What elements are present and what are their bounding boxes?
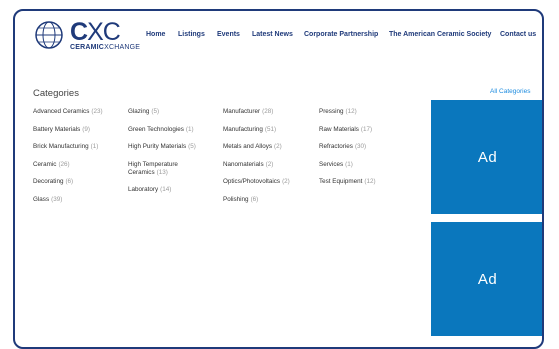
nav-home[interactable]: Home <box>146 31 165 38</box>
category-item[interactable]: Advanced Ceramics (23) <box>33 108 103 116</box>
category-item[interactable]: Nanomaterials (2) <box>223 161 290 169</box>
category-column-1: Advanced Ceramics (23) Battery Materials(… <box>33 108 103 213</box>
category-item[interactable]: Glass (39) <box>33 196 103 204</box>
category-item[interactable]: High Temperature Ceramics (13) <box>128 161 216 177</box>
category-item[interactable]: Green Technologies (1) <box>128 126 216 134</box>
ad-banner-bottom[interactable]: Ad <box>431 222 542 336</box>
category-column-4: Pressing (12) Raw Materials (17) Refractor… <box>319 108 376 196</box>
page-frame: CXC CERAMICXCHANGE Home Listings Events … <box>13 9 544 349</box>
category-item[interactable]: Decorating (6) <box>33 178 103 186</box>
category-item[interactable]: Services (1) <box>319 161 376 169</box>
nav-events[interactable]: Events <box>217 31 240 38</box>
logo-subtitle: CERAMICXCHANGE <box>70 44 141 51</box>
category-item[interactable]: Pressing (12) <box>319 108 376 116</box>
categories-heading: Categories <box>33 88 79 99</box>
category-item[interactable]: Brick Manufacturing (1) <box>33 143 103 151</box>
nav-listings[interactable]: Listings <box>178 31 205 38</box>
category-column-3: Manufacturer (28) Manufacturing (51) Metal… <box>223 108 290 213</box>
nav-corporate-partnership[interactable]: Corporate Partnership <box>304 31 378 38</box>
category-item[interactable]: High Purity Materials (5) <box>128 143 216 151</box>
category-item[interactable]: Polishing (6) <box>223 196 290 204</box>
category-item[interactable]: Ceramic (26) <box>33 161 103 169</box>
category-item[interactable]: Manufacturer (28) <box>223 108 290 116</box>
category-column-2: Glazing (5) Green Technologies (1) High Pu… <box>128 108 216 204</box>
ceramicxchange-logo[interactable]: CXC CERAMICXCHANGE <box>34 18 154 54</box>
category-item[interactable]: Refractories (30) <box>319 143 376 151</box>
category-item[interactable]: Battery Materials (9) <box>33 126 103 134</box>
category-item[interactable]: Laboratory (14) <box>128 186 216 194</box>
site-header: CXC CERAMICXCHANGE Home Listings Events … <box>15 11 542 57</box>
ad-banner-top[interactable]: Ad <box>431 100 542 214</box>
category-item[interactable]: Manufacturing (51) <box>223 126 290 134</box>
category-item[interactable]: Glazing (5) <box>128 108 216 116</box>
nav-american-ceramic-society[interactable]: The American Ceramic Society <box>389 31 491 38</box>
globe-icon <box>35 21 63 49</box>
nav-latest-news[interactable]: Latest News <box>252 31 293 38</box>
category-item[interactable]: Optics/Photovoltaics (2) <box>223 178 290 186</box>
all-categories-link[interactable]: All Categories <box>490 88 530 95</box>
logo-wordmark: CXC <box>70 18 121 46</box>
category-item[interactable]: Test Equipment (12) <box>319 178 376 186</box>
category-item[interactable]: Raw Materials (17) <box>319 126 376 134</box>
category-item[interactable]: Metals and Alloys (2) <box>223 143 290 151</box>
nav-contact-us[interactable]: Contact us <box>500 31 536 38</box>
